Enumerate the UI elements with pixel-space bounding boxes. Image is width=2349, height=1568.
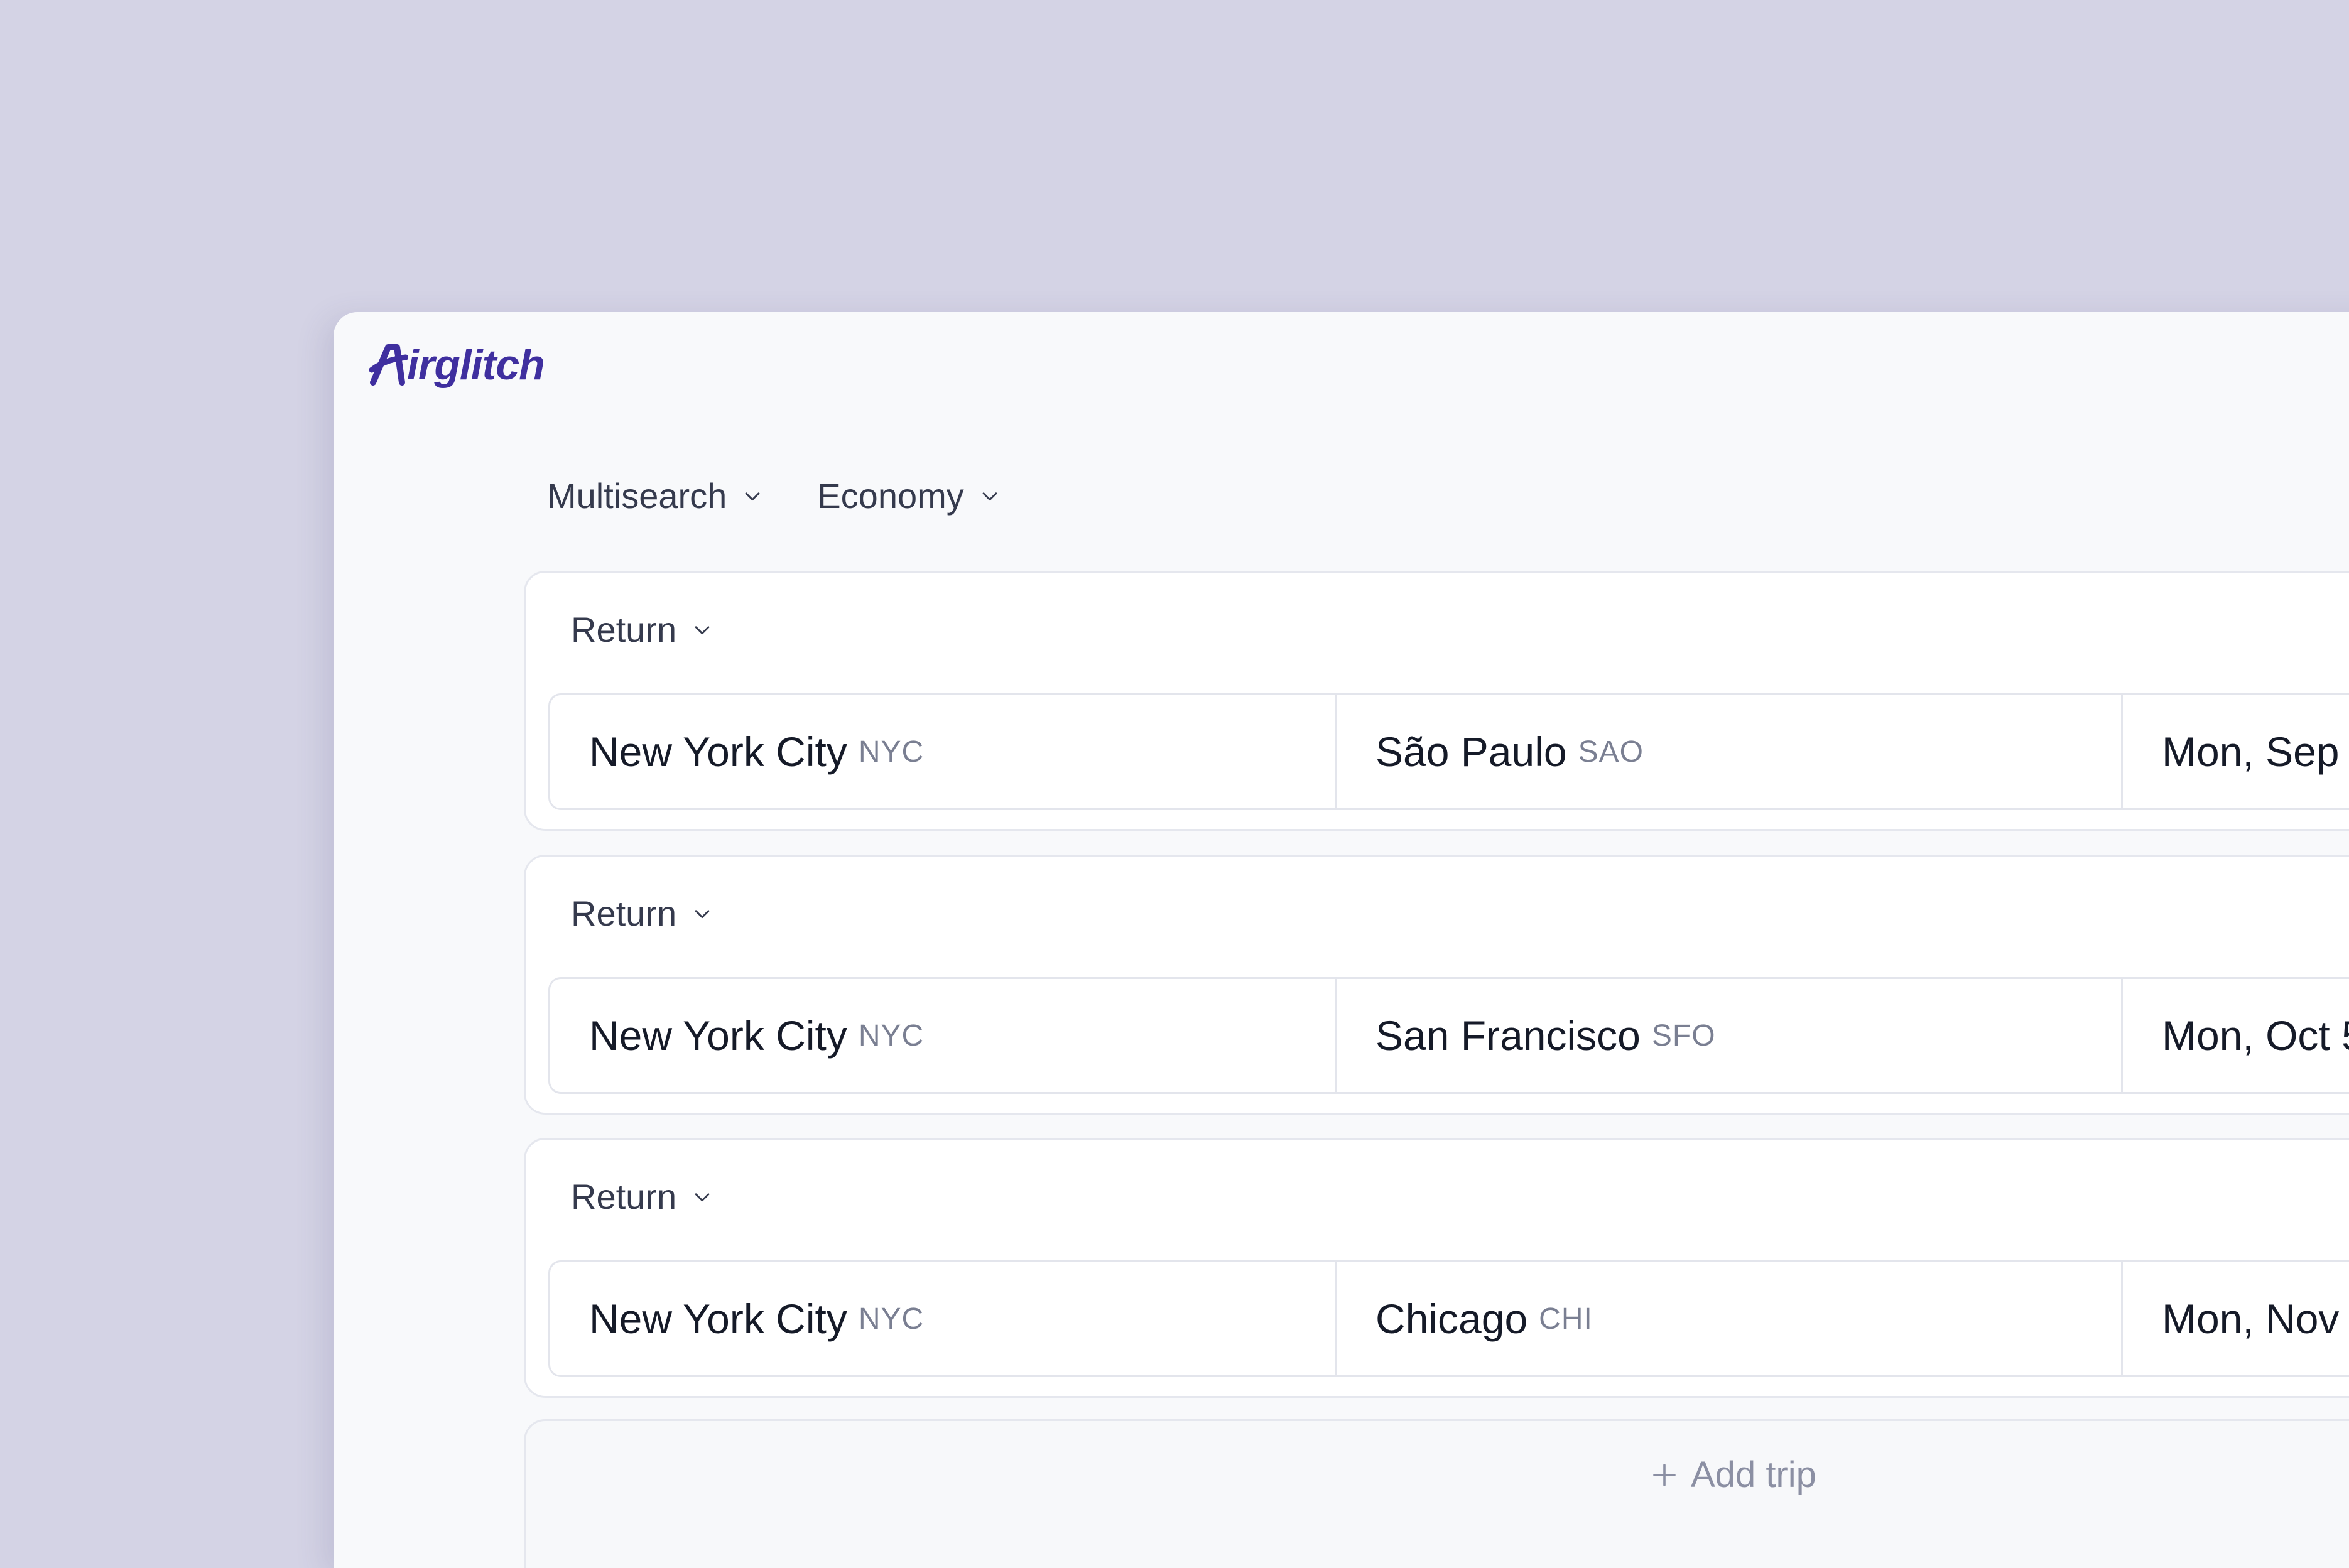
- destination-code: SFO: [1651, 1019, 1716, 1052]
- chevron-down-icon: [695, 1192, 710, 1201]
- app-window: irglitch Multisearch Economy Return New …: [334, 312, 2349, 1568]
- date-field[interactable]: Mon, Nov: [2123, 1262, 2349, 1375]
- origin-code: NYC: [858, 1019, 925, 1052]
- chevron-down-icon: [695, 909, 710, 918]
- cabin-class-label: Economy: [817, 476, 964, 516]
- date-value: Mon, Sep: [2162, 728, 2340, 775]
- trip-card: Return New York City NYC São Paulo SAO M…: [524, 571, 2349, 831]
- add-trip-button[interactable]: Add trip: [524, 1419, 2349, 1568]
- chevron-down-icon: [695, 625, 710, 634]
- destination-city: San Francisco: [1375, 1012, 1641, 1059]
- trip-type-dropdown[interactable]: Return: [571, 1176, 713, 1217]
- trip-fields: New York City NYC São Paulo SAO Mon, Sep: [548, 693, 2349, 810]
- logo-mark-icon: [369, 344, 408, 386]
- search-options-bar: Multisearch Economy: [547, 475, 1001, 516]
- cabin-class-dropdown[interactable]: Economy: [817, 475, 1000, 516]
- search-mode-dropdown[interactable]: Multisearch: [547, 475, 763, 516]
- destination-city: Chicago: [1375, 1295, 1528, 1342]
- destination-code: CHI: [1539, 1302, 1593, 1336]
- add-trip-label: Add trip: [1691, 1454, 1816, 1495]
- add-trip-content: Add trip: [1649, 1454, 1816, 1496]
- trip-type-label: Return: [571, 894, 677, 933]
- trip-card: Return New York City NYC San Francisco S…: [524, 855, 2349, 1115]
- origin-city: New York City: [589, 728, 847, 775]
- date-field[interactable]: Mon, Oct 5: [2123, 979, 2349, 1092]
- chevron-down-icon: [982, 492, 997, 500]
- destination-field[interactable]: Chicago CHI: [1337, 1262, 2123, 1375]
- airglitch-logo[interactable]: irglitch: [369, 342, 545, 387]
- destination-city: São Paulo: [1375, 728, 1567, 775]
- logo-text: irglitch: [407, 341, 545, 389]
- origin-code: NYC: [858, 735, 925, 769]
- destination-field[interactable]: São Paulo SAO: [1337, 695, 2123, 808]
- plus-icon: [1653, 1463, 1676, 1486]
- trip-type-dropdown[interactable]: Return: [571, 893, 713, 934]
- origin-code: NYC: [858, 1302, 925, 1336]
- origin-city: New York City: [589, 1295, 847, 1342]
- chevron-down-icon: [745, 492, 760, 500]
- date-value: Mon, Oct 5: [2162, 1012, 2349, 1059]
- date-value: Mon, Nov: [2162, 1295, 2340, 1342]
- origin-field[interactable]: New York City NYC: [550, 1262, 1337, 1375]
- origin-city: New York City: [589, 1012, 847, 1059]
- search-mode-label: Multisearch: [547, 476, 727, 516]
- trip-card: Return New York City NYC Chicago CHI Mon…: [524, 1138, 2349, 1398]
- trip-fields: New York City NYC San Francisco SFO Mon,…: [548, 977, 2349, 1094]
- trip-fields: New York City NYC Chicago CHI Mon, Nov: [548, 1260, 2349, 1377]
- destination-code: SAO: [1578, 735, 1644, 769]
- trip-type-label: Return: [571, 610, 677, 649]
- origin-field[interactable]: New York City NYC: [550, 979, 1337, 1092]
- date-field[interactable]: Mon, Sep: [2123, 695, 2349, 808]
- origin-field[interactable]: New York City NYC: [550, 695, 1337, 808]
- trip-type-dropdown[interactable]: Return: [571, 609, 713, 650]
- destination-field[interactable]: San Francisco SFO: [1337, 979, 2123, 1092]
- trip-type-label: Return: [571, 1177, 677, 1216]
